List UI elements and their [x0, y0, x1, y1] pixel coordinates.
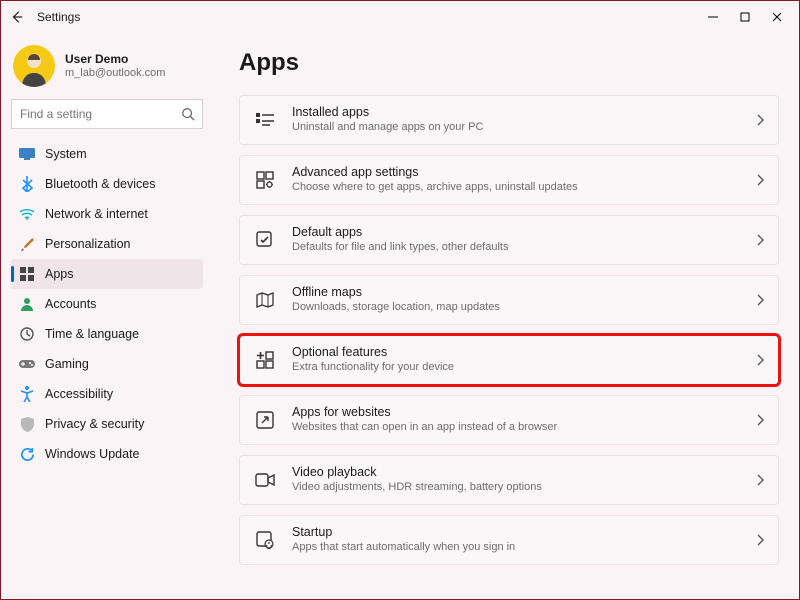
sidebar-item-personalization[interactable]: Personalization	[11, 229, 203, 259]
card-sub: Apps that start automatically when you s…	[292, 541, 515, 555]
default-apps-icon	[254, 229, 276, 251]
sidebar-item-label: Bluetooth & devices	[45, 177, 156, 191]
maximize-button[interactable]	[729, 6, 761, 28]
titlebar: Settings	[1, 1, 799, 33]
card-sub: Defaults for file and link types, other …	[292, 241, 508, 255]
card-title: Offline maps	[292, 285, 500, 301]
card-video-playback[interactable]: Video playbackVideo adjustments, HDR str…	[239, 455, 779, 505]
sidebar-item-label: Accessibility	[45, 387, 113, 401]
advanced-settings-icon	[254, 169, 276, 191]
sidebar-item-windows-update[interactable]: Windows Update	[11, 439, 203, 469]
shield-icon	[19, 416, 35, 432]
maximize-icon	[740, 12, 750, 22]
clock-icon	[19, 326, 35, 342]
user-email: m_lab@outlook.com	[65, 67, 165, 80]
startup-icon	[254, 529, 276, 551]
card-title: Apps for websites	[292, 405, 557, 421]
card-apps-for-websites[interactable]: Apps for websitesWebsites that can open …	[239, 395, 779, 445]
search-icon	[181, 107, 195, 121]
card-title: Startup	[292, 525, 515, 541]
sidebar-item-label: Apps	[45, 267, 74, 281]
chevron-right-icon	[756, 474, 764, 486]
card-sub: Choose where to get apps, archive apps, …	[292, 181, 578, 195]
system-icon	[19, 146, 35, 162]
search-input[interactable]	[11, 99, 203, 129]
bluetooth-icon	[19, 176, 35, 192]
sidebar-item-accessibility[interactable]: Accessibility	[11, 379, 203, 409]
sidebar-item-label: Privacy & security	[45, 417, 144, 431]
search-box	[11, 99, 203, 129]
person-icon	[19, 296, 35, 312]
back-button[interactable]	[7, 7, 27, 27]
chevron-right-icon	[756, 114, 764, 126]
sidebar-item-system[interactable]: System	[11, 139, 203, 169]
apps-icon	[19, 266, 35, 282]
update-icon	[19, 446, 35, 462]
card-title: Advanced app settings	[292, 165, 578, 181]
card-sub: Websites that can open in an app instead…	[292, 421, 557, 435]
page-title: Apps	[239, 49, 779, 77]
sidebar-item-gaming[interactable]: Gaming	[11, 349, 203, 379]
sidebar-item-accounts[interactable]: Accounts	[11, 289, 203, 319]
sidebar-item-label: Windows Update	[45, 447, 140, 461]
card-title: Installed apps	[292, 105, 483, 121]
sidebar-item-apps[interactable]: Apps	[11, 259, 203, 289]
nav-list: System Bluetooth & devices Network & int…	[11, 139, 203, 469]
main-panel: Apps Installed appsUninstall and manage …	[211, 33, 799, 599]
gamepad-icon	[19, 356, 35, 372]
card-default-apps[interactable]: Default appsDefaults for file and link t…	[239, 215, 779, 265]
sidebar-item-label: Gaming	[45, 357, 89, 371]
sidebar-item-privacy[interactable]: Privacy & security	[11, 409, 203, 439]
card-sub: Downloads, storage location, map updates	[292, 301, 500, 315]
sidebar-item-label: System	[45, 147, 87, 161]
website-app-icon	[254, 409, 276, 431]
chevron-right-icon	[756, 234, 764, 246]
chevron-right-icon	[756, 174, 764, 186]
card-optional-features[interactable]: Optional featuresExtra functionality for…	[239, 335, 779, 385]
wifi-icon	[19, 206, 35, 222]
optional-features-icon	[254, 349, 276, 371]
card-sub: Uninstall and manage apps on your PC	[292, 121, 483, 135]
avatar	[13, 45, 55, 87]
chevron-right-icon	[756, 414, 764, 426]
sidebar-item-label: Network & internet	[45, 207, 148, 221]
chevron-right-icon	[756, 534, 764, 546]
map-icon	[254, 289, 276, 311]
arrow-left-icon	[10, 10, 24, 24]
avatar-icon	[14, 47, 54, 87]
sidebar-item-time-language[interactable]: Time & language	[11, 319, 203, 349]
card-sub: Extra functionality for your device	[292, 361, 454, 375]
settings-window: Settings User Demo m_lab@outlook.com	[0, 0, 800, 600]
card-advanced-app-settings[interactable]: Advanced app settingsChoose where to get…	[239, 155, 779, 205]
chevron-right-icon	[756, 294, 764, 306]
minimize-icon	[708, 12, 718, 22]
sidebar-item-label: Personalization	[45, 237, 130, 251]
close-icon	[772, 12, 782, 22]
window-title: Settings	[37, 10, 80, 24]
sidebar-item-bluetooth[interactable]: Bluetooth & devices	[11, 169, 203, 199]
card-offline-maps[interactable]: Offline mapsDownloads, storage location,…	[239, 275, 779, 325]
card-title: Default apps	[292, 225, 508, 241]
user-name: User Demo	[65, 52, 165, 66]
sidebar-item-label: Accounts	[45, 297, 96, 311]
sidebar-item-network[interactable]: Network & internet	[11, 199, 203, 229]
user-block[interactable]: User Demo m_lab@outlook.com	[13, 45, 203, 87]
sidebar: User Demo m_lab@outlook.com System Bluet…	[1, 33, 211, 599]
video-icon	[254, 469, 276, 491]
card-sub: Video adjustments, HDR streaming, batter…	[292, 481, 542, 495]
minimize-button[interactable]	[697, 6, 729, 28]
sidebar-item-label: Time & language	[45, 327, 139, 341]
accessibility-icon	[19, 386, 35, 402]
brush-icon	[19, 236, 35, 252]
close-button[interactable]	[761, 6, 793, 28]
installed-apps-icon	[254, 109, 276, 131]
card-title: Optional features	[292, 345, 454, 361]
chevron-right-icon	[756, 354, 764, 366]
card-title: Video playback	[292, 465, 542, 481]
card-startup[interactable]: StartupApps that start automatically whe…	[239, 515, 779, 565]
card-installed-apps[interactable]: Installed appsUninstall and manage apps …	[239, 95, 779, 145]
